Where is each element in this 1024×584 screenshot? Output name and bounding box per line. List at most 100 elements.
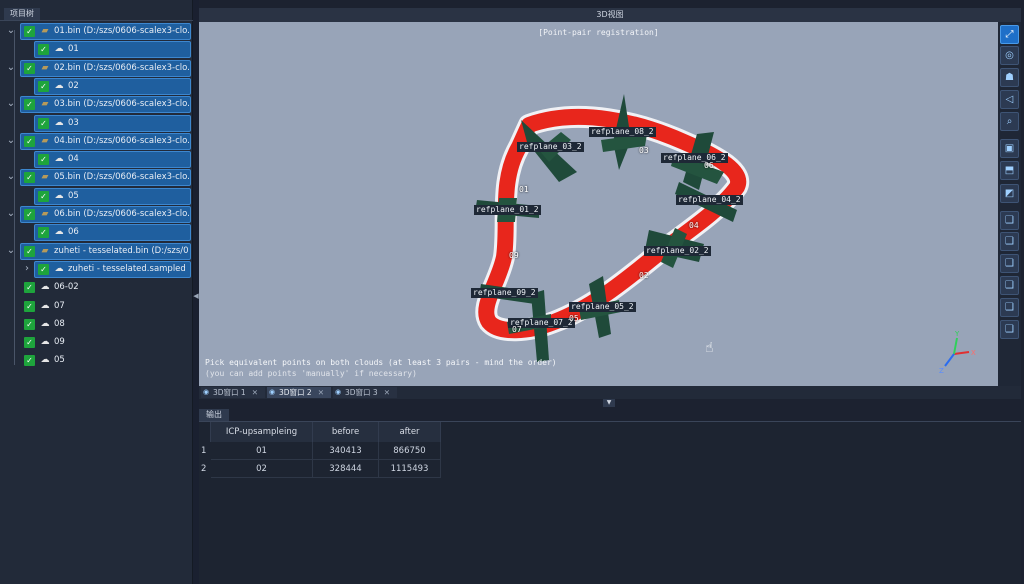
cloud-icon: ☁ (54, 44, 64, 54)
table-cell[interactable]: 02 (211, 460, 313, 478)
table-cell[interactable]: 328444 (313, 460, 379, 478)
navigate-icon[interactable]: ◁ (1000, 90, 1019, 109)
cube-view-6-icon[interactable]: ❑ (1000, 320, 1019, 339)
close-icon[interactable]: ✕ (318, 388, 324, 397)
folder-icon: ▰ (41, 172, 49, 182)
tab-3d-window-1[interactable]: ◉ 3D窗口 1 ✕ (201, 387, 265, 398)
point-label[interactable]: 07 (512, 325, 522, 334)
table-cell[interactable]: 01 (211, 442, 313, 460)
refplane-label[interactable]: refplane_06_2 (661, 153, 728, 163)
tab-3d-window-3[interactable]: ◉ 3D窗口 3 ✕ (333, 387, 397, 398)
cloud-icon: ☁ (54, 227, 64, 237)
tab-3d-window-2[interactable]: ◉ 3D窗口 2 ✕ (267, 387, 331, 398)
top-view-icon[interactable]: ⬒ (1000, 161, 1019, 180)
tree-item-label: 09 (54, 337, 65, 347)
zoom-icon[interactable]: ⌕ (1000, 112, 1019, 131)
column-header[interactable]: ICP-upsampleing (211, 422, 313, 442)
visibility-checkbox[interactable]: ✓ (24, 319, 35, 330)
row-index[interactable]: 1 (199, 442, 211, 460)
collapse-output-icon[interactable]: ▼ (603, 399, 615, 407)
viewer-icon[interactable]: ☗ (1000, 68, 1019, 87)
point-label[interactable]: 02 (639, 271, 649, 280)
point-label[interactable]: 03 (639, 146, 649, 155)
side-view-icon[interactable]: ◩ (1000, 184, 1019, 203)
point-label[interactable]: 06 (704, 161, 714, 170)
tree-item-file[interactable]: ⌄ ✓ ▰ 04.bin (D:/szs/0606-scalex3-clo... (0, 133, 193, 150)
tree-item-label: 05 (68, 191, 79, 201)
refplane-label[interactable]: refplane_04_2 (676, 195, 743, 205)
visibility-checkbox[interactable]: ✓ (24, 282, 35, 293)
pin-icon[interactable]: ◎ (1000, 46, 1019, 65)
visibility-checkbox[interactable]: ✓ (38, 154, 49, 165)
tree-item-cloud[interactable]: ✓ ☁ 04 (0, 151, 193, 168)
fullscreen-icon[interactable]: ⤢ (1000, 25, 1019, 44)
refplane-label[interactable]: refplane_03_2 (517, 142, 584, 152)
point-label[interactable]: 09 (509, 251, 519, 260)
window-icon: ◉ (335, 388, 342, 396)
refplane-label[interactable]: refplane_08_2 (589, 127, 656, 137)
tree-item-cloud[interactable]: ✓ ☁ 07 (0, 298, 193, 315)
tree-item-file[interactable]: ⌄ ✓ ▰ zuheti - tesselated.bin (D:/szs/0... (0, 243, 193, 260)
tree-item-label: 01.bin (D:/szs/0606-scalex3-clo... (54, 26, 189, 36)
visibility-checkbox[interactable]: ✓ (24, 26, 35, 37)
cube-view-2-icon[interactable]: ❑ (1000, 232, 1019, 251)
3d-viewport[interactable]: X Y Z [Point-pair registration] refplane… (199, 22, 998, 386)
cube-view-3-icon[interactable]: ❑ (1000, 254, 1019, 273)
visibility-checkbox[interactable]: ✓ (38, 118, 49, 129)
visibility-checkbox[interactable]: ✓ (24, 301, 35, 312)
close-icon[interactable]: ✕ (384, 388, 390, 397)
visibility-checkbox[interactable]: ✓ (24, 209, 35, 220)
tree-item-cloud[interactable]: ✓ ☁ 05 (0, 352, 193, 369)
tree-item-file[interactable]: ⌄ ✓ ▰ 02.bin (D:/szs/0606-scalex3-clo... (0, 60, 193, 77)
tree-item-cloud[interactable]: ✓ ☁ 06 (0, 224, 193, 241)
refplane-label[interactable]: refplane_09_2 (471, 288, 538, 298)
cloud-icon: ☁ (54, 154, 64, 164)
table-cell[interactable]: 1115493 (379, 460, 441, 478)
tree-item-file[interactable]: ⌄ ✓ ▰ 03.bin (D:/szs/0606-scalex3-clo... (0, 96, 193, 113)
tree-item-cloud[interactable]: › ✓ ☁ zuheti - tesselated.sampled (0, 261, 193, 278)
cloud-icon: ☁ (54, 264, 64, 274)
visibility-checkbox[interactable]: ✓ (38, 191, 49, 202)
refplane-label[interactable]: refplane_05_2 (569, 302, 636, 312)
visibility-checkbox[interactable]: ✓ (24, 99, 35, 110)
tree-item-file[interactable]: ⌄ ✓ ▰ 06.bin (D:/szs/0606-scalex3-clo... (0, 206, 193, 223)
tree-item-cloud[interactable]: ✓ ☁ 05 (0, 188, 193, 205)
close-icon[interactable]: ✕ (252, 388, 258, 397)
cube-view-1-icon[interactable]: ❑ (1000, 211, 1019, 230)
tree-item-cloud[interactable]: ✓ ☁ 02 (0, 78, 193, 95)
table-cell[interactable]: 866750 (379, 442, 441, 460)
project-tree-tab[interactable]: 项目树 (4, 8, 40, 20)
cube-view-5-icon[interactable]: ❑ (1000, 298, 1019, 317)
chevron-right-icon[interactable]: › (22, 262, 32, 276)
visibility-checkbox[interactable]: ✓ (38, 44, 49, 55)
column-header[interactable]: after (379, 422, 441, 442)
visibility-checkbox[interactable]: ✓ (24, 63, 35, 74)
output-tab[interactable]: 输出 (199, 409, 229, 421)
refplane-label[interactable]: refplane_02_2 (644, 246, 711, 256)
visibility-checkbox[interactable]: ✓ (24, 136, 35, 147)
point-label[interactable]: 01 (519, 185, 529, 194)
visibility-checkbox[interactable]: ✓ (38, 81, 49, 92)
visibility-checkbox[interactable]: ✓ (24, 246, 35, 257)
tree-item-cloud[interactable]: ✓ ☁ 03 (0, 115, 193, 132)
visibility-checkbox[interactable]: ✓ (38, 227, 49, 238)
refplane-label[interactable]: refplane_01_2 (474, 205, 541, 215)
table-cell[interactable]: 340413 (313, 442, 379, 460)
tree-item-cloud[interactable]: ✓ ☁ 08 (0, 316, 193, 333)
point-label[interactable]: 04 (689, 221, 699, 230)
column-header[interactable]: before (313, 422, 379, 442)
visibility-checkbox[interactable]: ✓ (38, 264, 49, 275)
visibility-checkbox[interactable]: ✓ (24, 337, 35, 348)
front-view-icon[interactable]: ▣ (1000, 139, 1019, 158)
cube-view-4-icon[interactable]: ❑ (1000, 276, 1019, 295)
tree-item-cloud[interactable]: ✓ ☁ 01 (0, 41, 193, 58)
visibility-checkbox[interactable]: ✓ (24, 172, 35, 183)
point-label[interactable]: 05 (569, 314, 579, 323)
tree-item-file[interactable]: ⌄ ✓ ▰ 05.bin (D:/szs/0606-scalex3-clo... (0, 169, 193, 186)
view-toolbar: ⤢ ◎ ☗ ◁ ⌕ ▣ ⬒ ◩ ❑ ❑ ❑ ❑ ❑ ❑ (998, 22, 1021, 386)
tree-item-cloud[interactable]: ✓ ☁ 09 (0, 334, 193, 351)
tree-item-cloud[interactable]: ✓ ☁ 06-02 (0, 279, 193, 296)
row-index[interactable]: 2 (199, 460, 211, 478)
visibility-checkbox[interactable]: ✓ (24, 355, 35, 366)
tree-item-file[interactable]: ⌄ ✓ ▰ 01.bin (D:/szs/0606-scalex3-clo... (0, 23, 193, 40)
